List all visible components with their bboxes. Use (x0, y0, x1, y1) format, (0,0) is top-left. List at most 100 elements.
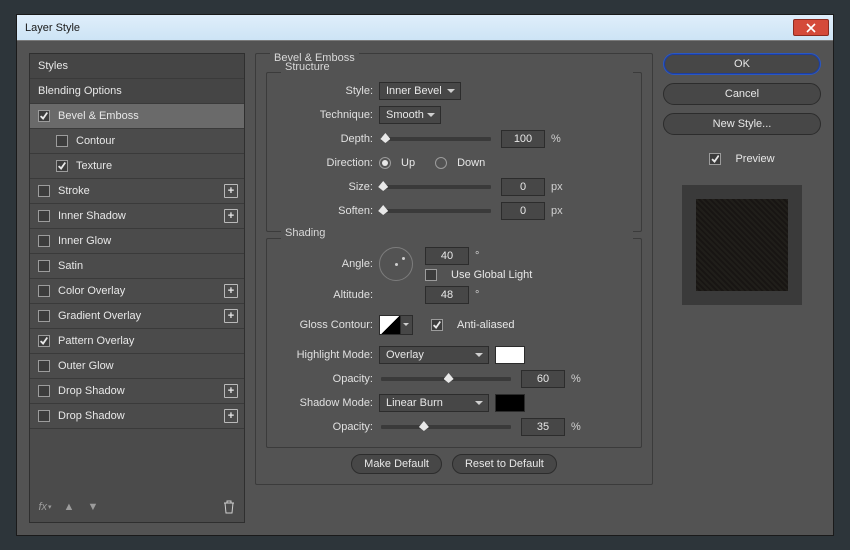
effect-checkbox[interactable] (56, 160, 68, 172)
depth-slider[interactable] (381, 137, 491, 141)
sidebar-item-label: Inner Glow (58, 235, 111, 247)
window-title: Layer Style (25, 22, 793, 34)
sidebar-item[interactable]: Texture (30, 154, 244, 179)
size-slider[interactable] (381, 185, 491, 189)
sidebar-item[interactable]: Pattern Overlay (30, 329, 244, 354)
technique-select[interactable]: Smooth (379, 106, 441, 124)
sidebar-item[interactable]: Contour (30, 129, 244, 154)
angle-input[interactable]: 40 (425, 247, 469, 265)
sidebar-item[interactable]: Outer Glow (30, 354, 244, 379)
highlight-mode-select[interactable]: Overlay (379, 346, 489, 364)
depth-input[interactable]: 100 (501, 130, 545, 148)
sidebar-item-label: Bevel & Emboss (58, 110, 139, 122)
shadow-opacity-input[interactable]: 35 (521, 418, 565, 436)
highlight-mode-label: Highlight Mode: (275, 349, 373, 361)
effect-checkbox[interactable] (38, 235, 50, 247)
move-down-icon[interactable]: ▼ (86, 500, 100, 514)
antialiased-label: Anti-aliased (457, 319, 514, 331)
sidebar-item[interactable]: Drop Shadow + (30, 404, 244, 429)
sidebar-item[interactable]: Bevel & Emboss (30, 104, 244, 129)
altitude-input[interactable]: 48 (425, 286, 469, 304)
new-style-button[interactable]: New Style... (663, 113, 821, 135)
sidebar-item[interactable]: Gradient Overlay+ (30, 304, 244, 329)
effect-checkbox[interactable] (38, 335, 50, 347)
sidebar-item-label: Drop Shadow (58, 385, 125, 397)
add-effect-icon[interactable]: + (224, 409, 238, 423)
direction-up-radio[interactable] (379, 157, 391, 169)
ok-button[interactable]: OK (663, 53, 821, 75)
sidebar-item[interactable]: Stroke + (30, 179, 244, 204)
effect-checkbox[interactable] (38, 410, 50, 422)
size-unit: px (551, 181, 563, 193)
shadow-mode-label: Shadow Mode: (275, 397, 373, 409)
direction-down-label: Down (457, 157, 485, 169)
dialog-window: Layer Style Styles Blending Options Beve… (16, 14, 834, 536)
sidebar-item[interactable]: Inner Shadow + (30, 204, 244, 229)
gloss-contour-label: Gloss Contour: (275, 319, 373, 331)
size-label: Size: (275, 181, 373, 193)
size-input[interactable]: 0 (501, 178, 545, 196)
highlight-opacity-slider[interactable] (381, 377, 511, 381)
effect-checkbox[interactable] (38, 285, 50, 297)
sidebar-item-label: Contour (76, 135, 115, 147)
effect-checkbox[interactable] (38, 385, 50, 397)
sidebar-item[interactable]: Inner Glow (30, 229, 244, 254)
sidebar-item-label: Outer Glow (58, 360, 114, 372)
trash-icon[interactable] (222, 500, 236, 514)
effect-checkbox[interactable] (38, 185, 50, 197)
soften-input[interactable]: 0 (501, 202, 545, 220)
angle-label: Angle: (275, 258, 373, 270)
effect-checkbox[interactable] (38, 360, 50, 372)
make-default-button[interactable]: Make Default (351, 454, 442, 474)
angle-dial[interactable] (379, 247, 413, 281)
dialog-content: Styles Blending Options Bevel & Emboss Co… (17, 41, 833, 535)
angle-unit: ° (475, 250, 479, 262)
sidebar-item-blending-options[interactable]: Blending Options (30, 79, 244, 104)
sidebar-item-label: Texture (76, 160, 112, 172)
add-effect-icon[interactable]: + (224, 209, 238, 223)
sidebar-item[interactable]: Drop Shadow + (30, 379, 244, 404)
shadow-mode-select[interactable]: Linear Burn (379, 394, 489, 412)
fx-icon[interactable]: fx▾ (38, 500, 52, 514)
reset-default-button[interactable]: Reset to Default (452, 454, 557, 474)
direction-label: Direction: (275, 157, 373, 169)
add-effect-icon[interactable]: + (224, 184, 238, 198)
highlight-color-swatch[interactable] (495, 346, 525, 364)
direction-up-label: Up (401, 157, 415, 169)
effect-checkbox[interactable] (38, 260, 50, 272)
cancel-button[interactable]: Cancel (663, 83, 821, 105)
add-effect-icon[interactable]: + (224, 284, 238, 298)
preview-checkbox[interactable] (709, 153, 721, 165)
direction-down-radio[interactable] (435, 157, 447, 169)
effect-checkbox[interactable] (38, 210, 50, 222)
global-light-checkbox[interactable] (425, 269, 437, 281)
sidebar-item[interactable]: Satin (30, 254, 244, 279)
effect-checkbox[interactable] (56, 135, 68, 147)
shadow-opacity-slider[interactable] (381, 425, 511, 429)
sidebar-footer: fx▾ ▲ ▼ (30, 492, 244, 522)
shadow-opacity-label: Opacity: (275, 421, 373, 433)
sidebar-item-label: Stroke (58, 185, 90, 197)
close-button[interactable] (793, 19, 829, 36)
add-effect-icon[interactable]: + (224, 384, 238, 398)
right-panel: OK Cancel New Style... Preview (663, 53, 821, 523)
preview-thumbnail (682, 185, 802, 305)
style-select[interactable]: Inner Bevel (379, 82, 461, 100)
add-effect-icon[interactable]: + (224, 309, 238, 323)
sidebar-item-label: Styles (38, 60, 68, 72)
sidebar-item-styles[interactable]: Styles (30, 54, 244, 79)
soften-slider[interactable] (381, 209, 491, 213)
move-up-icon[interactable]: ▲ (62, 500, 76, 514)
sidebar-item-label: Inner Shadow (58, 210, 126, 222)
shading-legend: Shading (281, 227, 633, 239)
effect-checkbox[interactable] (38, 110, 50, 122)
highlight-opacity-label: Opacity: (275, 373, 373, 385)
sidebar-item-label: Drop Shadow (58, 410, 125, 422)
shadow-color-swatch[interactable] (495, 394, 525, 412)
sidebar-item[interactable]: Color Overlay+ (30, 279, 244, 304)
antialiased-checkbox[interactable] (431, 319, 443, 331)
highlight-opacity-input[interactable]: 60 (521, 370, 565, 388)
altitude-label: Altitude: (275, 289, 373, 301)
gloss-contour-picker[interactable] (379, 315, 413, 335)
effect-checkbox[interactable] (38, 310, 50, 322)
